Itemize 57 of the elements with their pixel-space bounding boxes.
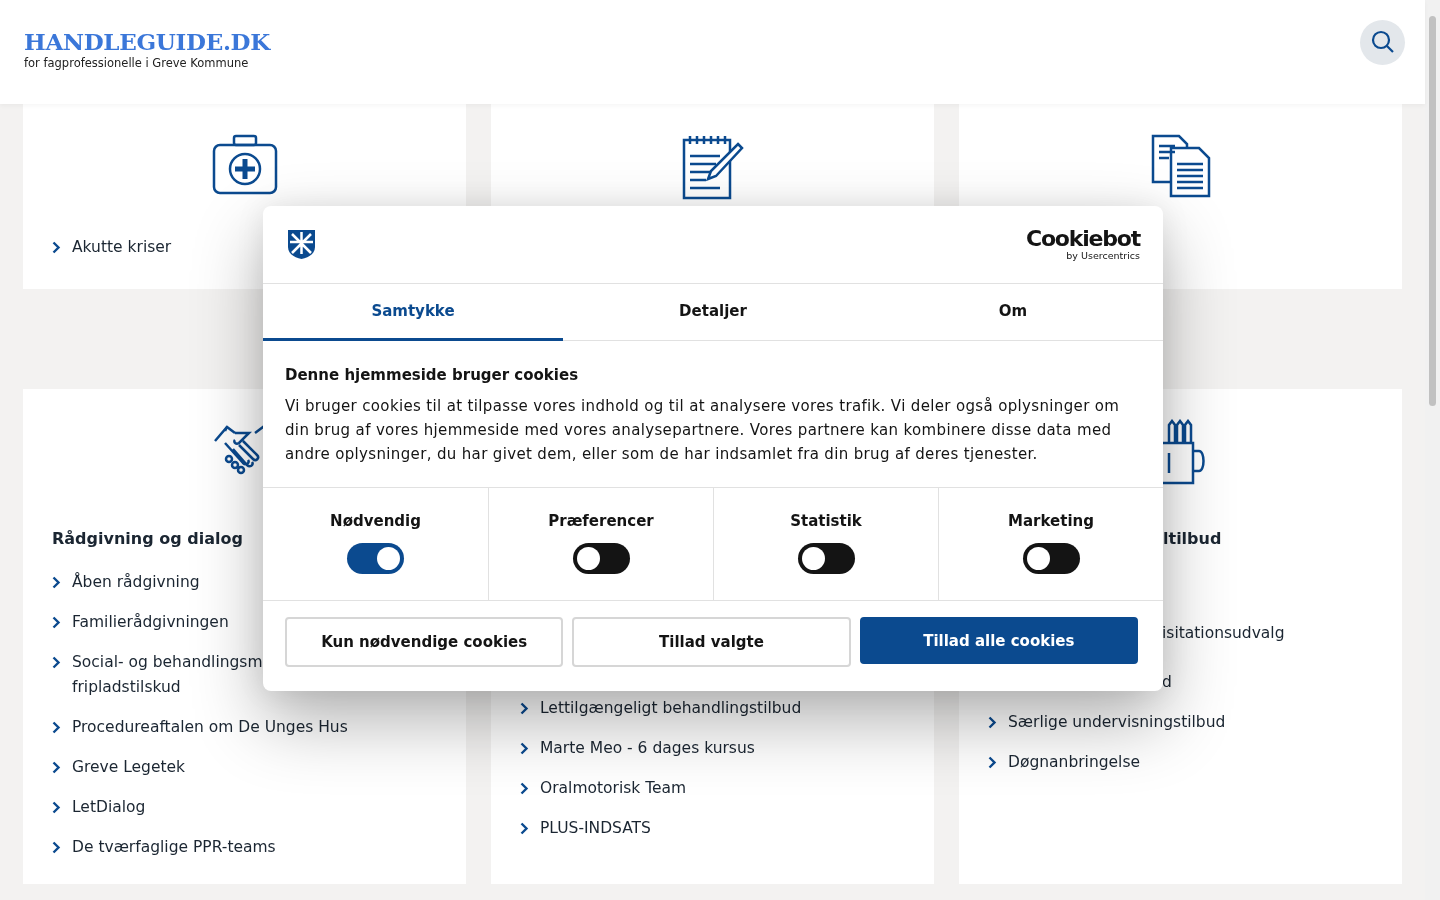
chevron-icon — [520, 822, 529, 835]
search-button[interactable] — [1360, 19, 1405, 65]
card-link[interactable]: Social- og behandlingsm fripladstilskud — [72, 650, 263, 700]
card-link[interactable]: De tværfaglige PPR-teams — [72, 835, 276, 860]
documents-icon — [1150, 134, 1211, 198]
card-link[interactable]: Særlige undervisningstilbud — [1008, 710, 1226, 735]
consent-button[interactable]: Tillad alle cookies — [859, 617, 1138, 664]
dialog-text: Vi bruger cookies til at tilpasse vores indhold og til at analysere vores trafik. Vi deler også oplysninger om din brug af vores hjemmeside med vores analysepartnere. Vores partnere kan kombinere disse data med andre oplysninger, du har givet dem, eller som de har indsamlet fra din brug af deres tjenester. — [285, 396, 1121, 465]
card-link[interactable]: Døgnanbringelse — [1008, 750, 1141, 775]
card-link[interactable]: Greve Legetek — [72, 755, 186, 780]
toggle-switch[interactable] — [797, 543, 855, 574]
chevron-icon — [988, 716, 997, 729]
card-link[interactable]: LetDialog — [72, 795, 146, 820]
dialog-title: Denne hjemmeside bruger cookies — [285, 365, 580, 386]
dialog-tab[interactable]: Samtykke — [263, 284, 563, 341]
crest-logo — [287, 229, 316, 260]
chevron-icon — [52, 761, 61, 774]
site-logo[interactable]: HANDLEGUIDE.DK — [24, 28, 270, 55]
card-link[interactable]: PLUS-INDSATS — [540, 816, 651, 841]
card-heading: Rådgivning og dialog — [52, 528, 244, 550]
cookiebot-logo: Cookiebot by Usercentrics — [1025, 227, 1140, 262]
card-heading: ltilbud — [1162, 528, 1223, 550]
card-link[interactable]: Oralmotorisk Team — [540, 776, 687, 801]
card-link[interactable]: Familierådgivningen — [72, 610, 229, 635]
chevron-icon — [52, 801, 61, 814]
category-label: Præferencer — [548, 512, 654, 530]
notepad-icon — [681, 134, 744, 200]
toggle-switch[interactable] — [1022, 543, 1080, 574]
toggle-switch[interactable] — [347, 543, 404, 574]
chevron-icon — [52, 721, 61, 734]
chevron-icon — [52, 576, 61, 589]
chevron-icon — [520, 742, 529, 755]
chevron-icon — [52, 616, 61, 629]
chevron-icon — [52, 656, 61, 669]
toggle-switch[interactable] — [572, 543, 630, 574]
card-link[interactable]: Åben rådgivning — [72, 570, 200, 595]
chevron-icon — [52, 241, 61, 254]
card-link[interactable]: d — [1162, 670, 1172, 695]
card-link[interactable]: Marte Meo - 6 dages kursus — [540, 736, 755, 761]
search-icon — [1370, 30, 1395, 54]
card-link[interactable]: Akutte kriser — [72, 235, 172, 260]
chevron-icon — [520, 702, 529, 715]
consent-button[interactable]: Tillad valgte — [572, 617, 851, 667]
category-label: Statistik — [790, 512, 862, 530]
category-label: Marketing — [1008, 512, 1094, 530]
card-link[interactable]: Lettilgængeligt behandlingstilbud — [540, 696, 802, 721]
chevron-icon — [52, 841, 61, 854]
dialog-tab[interactable]: Om — [863, 284, 1163, 341]
site-tagline: for fagprofessionelle i Greve Kommune — [24, 55, 250, 70]
chevron-icon — [520, 782, 529, 795]
card-link[interactable]: Procedureaftalen om De Unges Hus — [72, 715, 348, 740]
card-link[interactable]: isitationsudvalg — [1162, 621, 1285, 646]
category-label: Nødvendig — [330, 512, 421, 530]
chevron-icon — [988, 756, 997, 769]
dialog-tab[interactable]: Detaljer — [563, 284, 863, 341]
consent-button[interactable]: Kun nødvendige cookies — [285, 617, 564, 667]
first-aid-kit-icon — [211, 134, 278, 196]
